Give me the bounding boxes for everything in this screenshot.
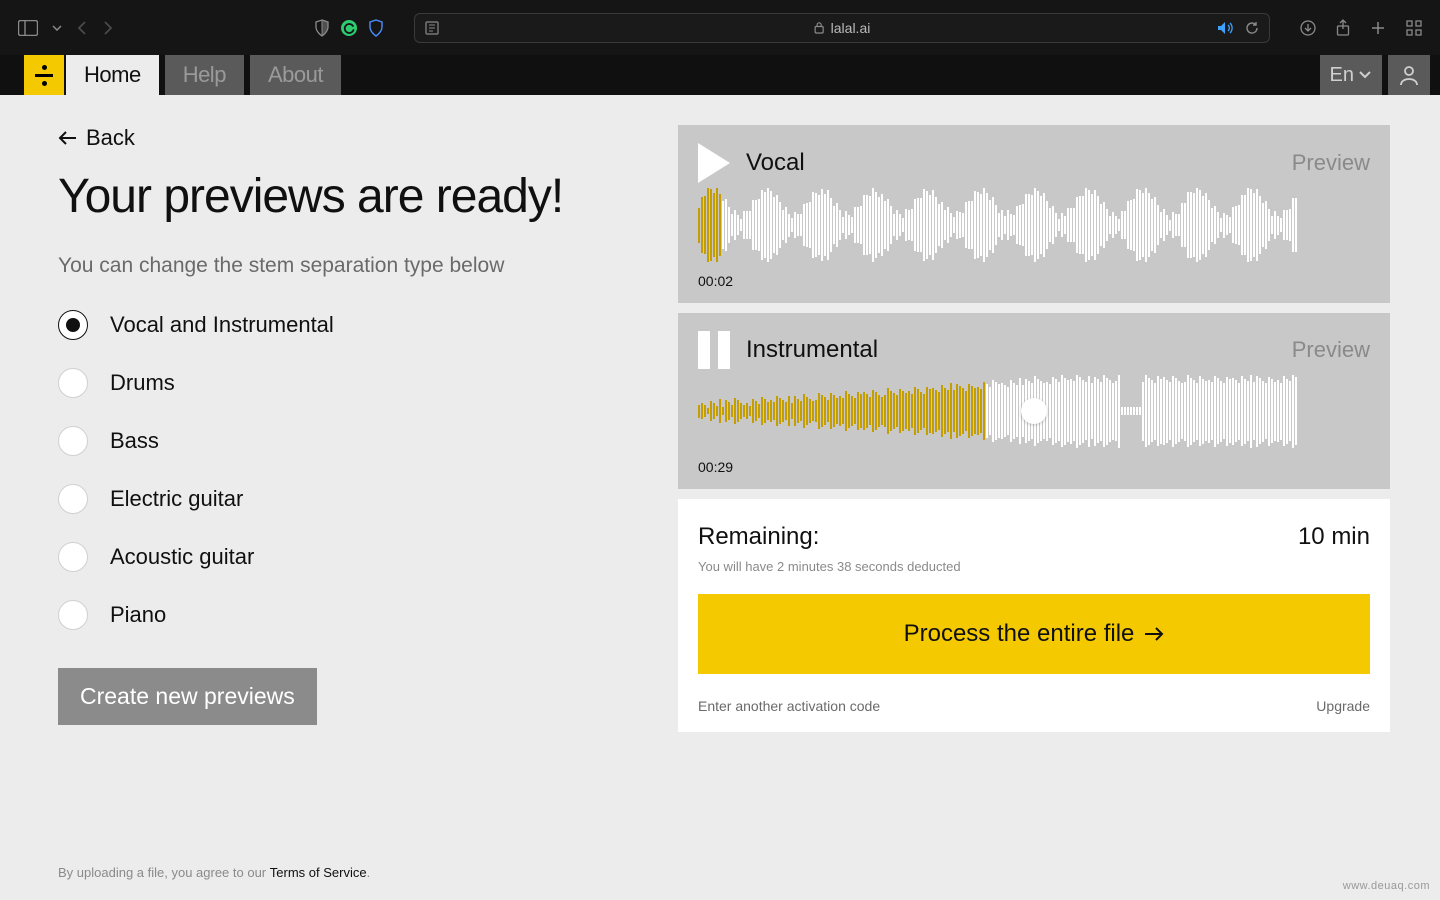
waveform[interactable] bbox=[698, 371, 1370, 451]
downloads-icon[interactable] bbox=[1300, 20, 1316, 36]
track-time: 00:29 bbox=[698, 459, 1370, 475]
radio-icon bbox=[58, 368, 88, 398]
stem-label: Vocal and Instrumental bbox=[110, 312, 334, 338]
share-icon[interactable] bbox=[1336, 19, 1350, 37]
stem-option[interactable]: Piano bbox=[58, 600, 618, 630]
language-label: En bbox=[1330, 64, 1354, 87]
language-selector[interactable]: En bbox=[1320, 55, 1382, 95]
nav-tab-help[interactable]: Help bbox=[165, 55, 244, 95]
chevron-down-icon bbox=[1358, 71, 1372, 79]
browser-toolbar: lalal.ai bbox=[0, 0, 1440, 55]
tos-line: By uploading a file, you agree to our Te… bbox=[58, 845, 618, 880]
stem-option[interactable]: Vocal and Instrumental bbox=[58, 310, 618, 340]
deduct-note: You will have 2 minutes 38 seconds deduc… bbox=[698, 559, 1370, 574]
watermark: www.deuaq.com bbox=[1343, 880, 1430, 892]
grammarly-icon[interactable] bbox=[340, 19, 358, 37]
dropdown-chevron-icon[interactable] bbox=[52, 25, 62, 31]
stem-option[interactable]: Drums bbox=[58, 368, 618, 398]
play-icon bbox=[698, 143, 730, 183]
arrow-right-icon bbox=[1144, 627, 1164, 641]
user-icon bbox=[1398, 64, 1420, 86]
stem-option[interactable]: Bass bbox=[58, 426, 618, 456]
page-headline: Your previews are ready! bbox=[58, 171, 618, 224]
preview-tag: Preview bbox=[1292, 337, 1370, 363]
arrow-left-icon bbox=[58, 130, 78, 146]
back-link[interactable]: Back bbox=[58, 125, 618, 151]
pause-icon bbox=[698, 331, 730, 369]
url-host: lalal.ai bbox=[831, 20, 871, 36]
radio-icon bbox=[58, 310, 88, 340]
new-tab-icon[interactable] bbox=[1370, 20, 1386, 36]
activation-code-link[interactable]: Enter another activation code bbox=[698, 698, 880, 714]
radio-icon bbox=[58, 484, 88, 514]
track-title: Vocal bbox=[746, 149, 805, 177]
stem-label: Bass bbox=[110, 428, 159, 454]
nav-back-icon[interactable] bbox=[76, 20, 88, 36]
track-card: Vocal Preview 00:02 bbox=[678, 125, 1390, 303]
playhead[interactable] bbox=[1021, 371, 1047, 451]
url-bar[interactable]: lalal.ai bbox=[414, 13, 1270, 43]
tos-link[interactable]: Terms of Service bbox=[270, 865, 367, 880]
back-label: Back bbox=[86, 125, 135, 151]
lock-icon bbox=[814, 21, 825, 34]
stem-label: Drums bbox=[110, 370, 175, 396]
radio-icon bbox=[58, 426, 88, 456]
process-button-label: Process the entire file bbox=[904, 620, 1135, 648]
stem-label: Piano bbox=[110, 602, 166, 628]
sidebar-toggle-icon[interactable] bbox=[18, 20, 38, 36]
track-time: 00:02 bbox=[698, 273, 1370, 289]
waveform[interactable] bbox=[698, 185, 1370, 265]
reader-mode-icon[interactable] bbox=[425, 21, 439, 35]
stem-option[interactable]: Electric guitar bbox=[58, 484, 618, 514]
reload-icon[interactable] bbox=[1245, 21, 1259, 35]
shield-outline-icon[interactable] bbox=[368, 19, 384, 37]
radio-icon bbox=[58, 542, 88, 572]
process-file-button[interactable]: Process the entire file bbox=[698, 594, 1370, 674]
upgrade-link[interactable]: Upgrade bbox=[1316, 698, 1370, 714]
app-navbar: HomeHelpAbout En bbox=[0, 55, 1440, 95]
remaining-value: 10 min bbox=[1298, 523, 1370, 551]
remaining-label: Remaining: bbox=[698, 523, 819, 551]
track-card: Instrumental Preview 00:29 bbox=[678, 313, 1390, 489]
create-previews-button[interactable]: Create new previews bbox=[58, 668, 317, 725]
radio-icon bbox=[58, 600, 88, 630]
track-title: Instrumental bbox=[746, 336, 878, 364]
process-panel: Remaining: 10 min You will have 2 minute… bbox=[678, 499, 1390, 732]
nav-tab-about[interactable]: About bbox=[250, 55, 341, 95]
stem-label: Acoustic guitar bbox=[110, 544, 254, 570]
account-button[interactable] bbox=[1388, 55, 1430, 95]
stem-label: Electric guitar bbox=[110, 486, 243, 512]
app-logo[interactable] bbox=[24, 55, 64, 95]
pause-button[interactable] bbox=[698, 331, 730, 369]
preview-tag: Preview bbox=[1292, 150, 1370, 176]
play-button[interactable] bbox=[698, 143, 730, 183]
audio-playing-icon[interactable] bbox=[1217, 21, 1233, 35]
nav-tab-home[interactable]: Home bbox=[66, 55, 159, 95]
tab-overview-icon[interactable] bbox=[1406, 20, 1422, 36]
nav-forward-icon[interactable] bbox=[102, 20, 114, 36]
page-subtext: You can change the stem separation type … bbox=[58, 252, 518, 280]
stem-option[interactable]: Acoustic guitar bbox=[58, 542, 618, 572]
shield-half-icon[interactable] bbox=[314, 19, 330, 37]
